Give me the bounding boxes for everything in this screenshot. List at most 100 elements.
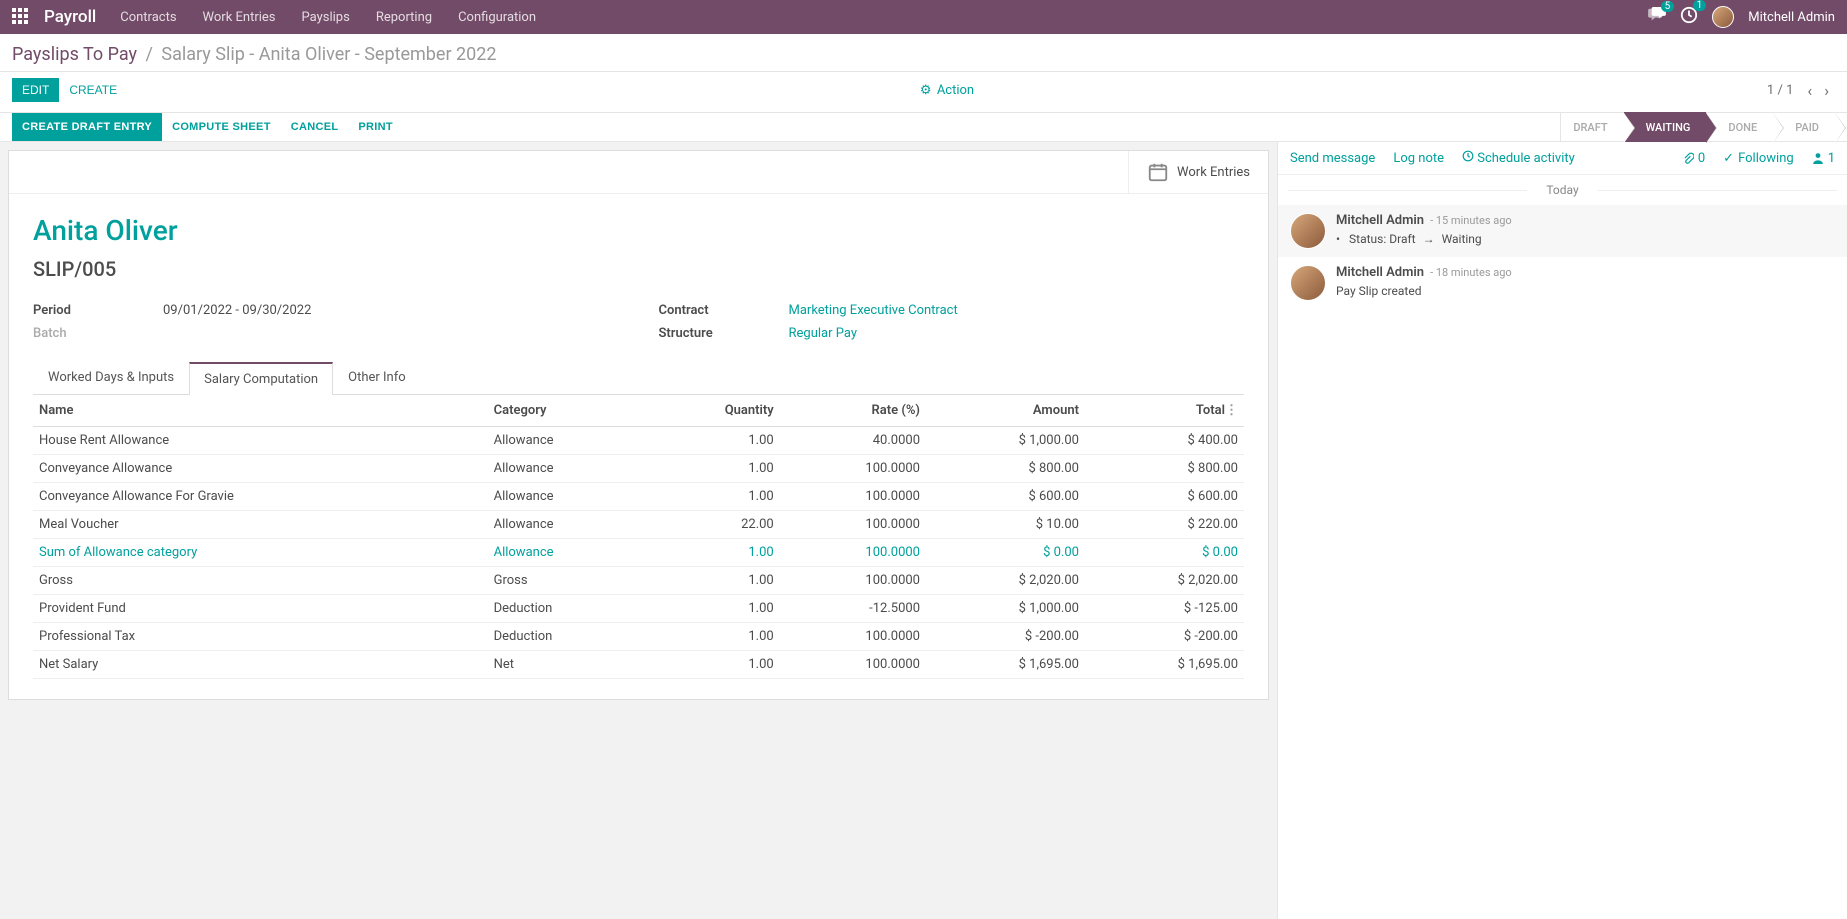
create-button[interactable]: CREATE: [59, 78, 127, 102]
message-avatar: [1290, 265, 1326, 301]
cell-quantity: 1.00: [646, 427, 780, 455]
chat-message: Mitchell Admin - 15 minutes ago • Status…: [1278, 205, 1847, 257]
cell-amount: $ 1,695.00: [926, 651, 1085, 679]
apps-icon[interactable]: [12, 8, 30, 26]
cell-name: Professional Tax: [33, 623, 488, 651]
status-draft[interactable]: DRAFT: [1560, 112, 1623, 142]
top-navbar: Payroll Contracts Work Entries Payslips …: [0, 0, 1847, 34]
period-value: 09/01/2022 - 09/30/2022: [163, 303, 311, 318]
status-steps: DRAFT WAITING DONE PAID: [1560, 113, 1835, 141]
cell-amount: $ 10.00: [926, 511, 1085, 539]
cell-quantity: 1.00: [646, 455, 780, 483]
nav-configuration[interactable]: Configuration: [458, 10, 536, 25]
create-draft-entry-button[interactable]: CREATE DRAFT ENTRY: [12, 113, 162, 141]
calendar-icon: [1147, 161, 1169, 183]
structure-label: Structure: [659, 326, 779, 341]
table-row[interactable]: Professional TaxDeduction1.00100.0000$ -…: [33, 623, 1244, 651]
col-quantity: Quantity: [646, 395, 780, 427]
nav-work-entries[interactable]: Work Entries: [203, 10, 276, 25]
cell-total: $ 1,695.00: [1085, 651, 1244, 679]
compute-sheet-button[interactable]: COMPUTE SHEET: [162, 113, 281, 141]
tab-worked-days[interactable]: Worked Days & Inputs: [33, 361, 189, 394]
status-waiting[interactable]: WAITING: [1624, 112, 1707, 142]
work-entries-smartbutton[interactable]: Work Entries: [1128, 151, 1268, 193]
cell-category: Allowance: [488, 455, 646, 483]
tab-other-info[interactable]: Other Info: [333, 361, 421, 394]
cell-name: Sum of Allowance category: [33, 539, 488, 567]
cell-rate: 40.0000: [780, 427, 926, 455]
schedule-activity-button[interactable]: Schedule activity: [1462, 150, 1575, 166]
table-row[interactable]: House Rent AllowanceAllowance1.0040.0000…: [33, 427, 1244, 455]
table-row[interactable]: Sum of Allowance categoryAllowance1.0010…: [33, 539, 1244, 567]
log-note-button[interactable]: Log note: [1393, 151, 1444, 166]
control-bar: EDIT CREATE ⚙ Action 1 / 1 ‹ ›: [0, 72, 1847, 112]
table-row[interactable]: Conveyance Allowance For GravieAllowance…: [33, 483, 1244, 511]
pager-prev-icon[interactable]: ‹: [1801, 81, 1818, 100]
cell-rate: 100.0000: [780, 567, 926, 595]
cell-amount: $ 0.00: [926, 539, 1085, 567]
table-options-icon[interactable]: ⋮: [1225, 403, 1238, 418]
table-row[interactable]: GrossGross1.00100.0000$ 2,020.00$ 2,020.…: [33, 567, 1244, 595]
cell-amount: $ 2,020.00: [926, 567, 1085, 595]
form-sheet: Work Entries Anita Oliver SLIP/005 Perio…: [8, 150, 1269, 700]
action-label: Action: [937, 83, 974, 98]
send-message-button[interactable]: Send message: [1290, 151, 1375, 166]
cell-name: House Rent Allowance: [33, 427, 488, 455]
cell-category: Deduction: [488, 623, 646, 651]
cell-total: $ 400.00: [1085, 427, 1244, 455]
print-button[interactable]: PRINT: [348, 113, 403, 141]
table-row[interactable]: Provident FundDeduction1.00-12.5000$ 1,0…: [33, 595, 1244, 623]
messages-icon[interactable]: 5: [1648, 7, 1666, 27]
breadcrumb-link[interactable]: Payslips To Pay: [12, 44, 137, 65]
cell-quantity: 22.00: [646, 511, 780, 539]
table-row[interactable]: Meal VoucherAllowance22.00100.0000$ 10.0…: [33, 511, 1244, 539]
slip-reference: SLIP/005: [33, 257, 1244, 281]
cell-total: $ 2,020.00: [1085, 567, 1244, 595]
cell-name: Conveyance Allowance For Gravie: [33, 483, 488, 511]
tab-salary-computation[interactable]: Salary Computation: [189, 362, 333, 395]
message-time: - 18 minutes ago: [1430, 266, 1512, 279]
action-dropdown[interactable]: ⚙ Action: [920, 83, 974, 98]
salary-table: Name Category Quantity Rate (%) Amount T…: [33, 395, 1244, 679]
table-row[interactable]: Conveyance AllowanceAllowance1.00100.000…: [33, 455, 1244, 483]
cell-amount: $ 1,000.00: [926, 427, 1085, 455]
cancel-button[interactable]: CANCEL: [281, 113, 349, 141]
col-total: Total⋮: [1085, 395, 1244, 427]
cell-name: Net Salary: [33, 651, 488, 679]
period-label: Period: [33, 303, 153, 318]
edit-button[interactable]: EDIT: [12, 78, 59, 102]
message-author[interactable]: Mitchell Admin: [1336, 213, 1424, 228]
nav-payslips[interactable]: Payslips: [302, 10, 350, 25]
person-icon: [1812, 152, 1824, 164]
cell-rate: -12.5000: [780, 595, 926, 623]
attachments-count[interactable]: 0: [1682, 151, 1705, 166]
cell-rate: 100.0000: [780, 483, 926, 511]
table-row[interactable]: Net SalaryNet1.00100.0000$ 1,695.00$ 1,6…: [33, 651, 1244, 679]
gear-icon: ⚙: [920, 83, 932, 98]
col-rate: Rate (%): [780, 395, 926, 427]
cell-rate: 100.0000: [780, 511, 926, 539]
cell-total: $ 220.00: [1085, 511, 1244, 539]
structure-value[interactable]: Regular Pay: [789, 326, 858, 341]
breadcrumb-sep: /: [146, 44, 153, 65]
cell-total: $ -200.00: [1085, 623, 1244, 651]
username[interactable]: Mitchell Admin: [1748, 10, 1835, 25]
cell-rate: 100.0000: [780, 455, 926, 483]
cell-name: Conveyance Allowance: [33, 455, 488, 483]
chat-message: Mitchell Admin - 18 minutes ago Pay Slip…: [1278, 257, 1847, 309]
activities-icon[interactable]: 1: [1680, 6, 1698, 28]
breadcrumb-current: Salary Slip - Anita Oliver - September 2…: [161, 44, 496, 65]
pager-total: 1: [1786, 83, 1793, 98]
employee-name[interactable]: Anita Oliver: [33, 214, 1244, 247]
nav-contracts[interactable]: Contracts: [120, 10, 176, 25]
nav-reporting[interactable]: Reporting: [376, 10, 432, 25]
breadcrumb: Payslips To Pay / Salary Slip - Anita Ol…: [12, 44, 1835, 65]
followers-count[interactable]: 1: [1812, 151, 1835, 166]
cell-quantity: 1.00: [646, 623, 780, 651]
message-author[interactable]: Mitchell Admin: [1336, 265, 1424, 280]
pager-next-icon[interactable]: ›: [1818, 81, 1835, 100]
app-brand[interactable]: Payroll: [44, 7, 96, 27]
contract-value[interactable]: Marketing Executive Contract: [789, 303, 958, 318]
user-avatar[interactable]: [1712, 6, 1734, 28]
following-button[interactable]: ✓ Following: [1723, 151, 1794, 166]
